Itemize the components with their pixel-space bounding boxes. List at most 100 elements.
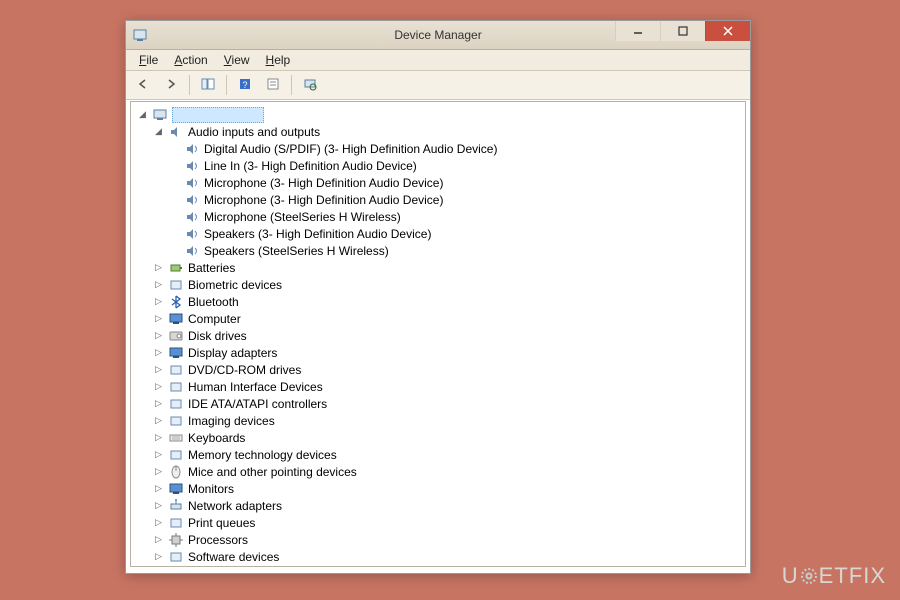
computer-icon [152, 107, 168, 123]
category-item[interactable]: ▷Batteries [153, 259, 743, 276]
expand-icon[interactable]: ▷ [153, 313, 164, 324]
maximize-button[interactable] [660, 21, 705, 41]
expand-icon[interactable]: ▷ [153, 500, 164, 511]
properties-icon [266, 77, 280, 94]
category-label: Audio inputs and outputs [188, 125, 320, 139]
device-category-icon [168, 260, 184, 276]
scan-hardware-button[interactable] [297, 73, 323, 97]
device-label: Speakers (SteelSeries H Wireless) [204, 244, 389, 258]
device-item[interactable]: Speakers (SteelSeries H Wireless) [169, 242, 743, 259]
category-item[interactable]: ▷Sound, video and game controllers [153, 565, 743, 567]
menu-action[interactable]: Action [167, 52, 214, 68]
app-icon [132, 27, 148, 43]
expand-icon[interactable]: ▷ [153, 330, 164, 341]
category-label: Mice and other pointing devices [188, 465, 357, 479]
help-icon: ? [238, 77, 252, 94]
category-item[interactable]: ▷ Processors [153, 531, 743, 548]
arrow-left-icon [136, 77, 150, 94]
scan-icon [303, 77, 317, 94]
device-category-icon [168, 345, 184, 361]
expand-icon[interactable]: ▷ [153, 483, 164, 494]
minimize-button[interactable] [615, 21, 660, 41]
category-label: Human Interface Devices [188, 380, 323, 394]
category-label: IDE ATA/ATAPI controllers [188, 397, 327, 411]
category-item[interactable]: ▷ Mice and other pointing devices [153, 463, 743, 480]
expand-icon[interactable]: ▷ [153, 517, 164, 528]
collapse-icon[interactable]: ◢ [137, 109, 148, 120]
category-item[interactable]: ▷ Bluetooth [153, 293, 743, 310]
device-category-icon [168, 277, 184, 293]
expand-icon[interactable]: ▷ [153, 364, 164, 375]
menu-help[interactable]: Help [259, 52, 298, 68]
expand-icon[interactable]: ▷ [153, 415, 164, 426]
back-button[interactable] [130, 73, 156, 97]
collapse-icon[interactable]: ◢ [153, 126, 164, 137]
category-label: Biometric devices [188, 278, 282, 292]
tree-root[interactable]: ◢ [137, 106, 743, 123]
speaker-icon [184, 175, 200, 191]
category-item[interactable]: ▷Keyboards [153, 429, 743, 446]
category-item[interactable]: ▷Imaging devices [153, 412, 743, 429]
category-item[interactable]: ▷ Biometric devices [153, 276, 743, 293]
expand-icon[interactable]: ▷ [153, 551, 164, 562]
category-audio-io[interactable]: ◢ Audio inputs and outputs [153, 123, 743, 140]
category-item[interactable]: ▷ Software devices [153, 548, 743, 565]
category-item[interactable]: ▷Print queues [153, 514, 743, 531]
expand-icon[interactable]: ▷ [153, 296, 164, 307]
device-item[interactable]: Microphone (3- High Definition Audio Dev… [169, 174, 743, 191]
show-hide-tree-button[interactable] [195, 73, 221, 97]
device-item[interactable]: Microphone (SteelSeries H Wireless) [169, 208, 743, 225]
category-label: Processors [188, 533, 248, 547]
svg-text:?: ? [242, 80, 247, 90]
properties-button[interactable] [260, 73, 286, 97]
close-button[interactable] [705, 21, 750, 41]
device-category-icon [168, 566, 184, 568]
device-item[interactable]: Microphone (3- High Definition Audio Dev… [169, 191, 743, 208]
category-item[interactable]: ▷ Human Interface Devices [153, 378, 743, 395]
expand-icon[interactable]: ▷ [153, 449, 164, 460]
device-label: Microphone (3- High Definition Audio Dev… [204, 176, 443, 190]
device-item[interactable]: Line In (3- High Definition Audio Device… [169, 157, 743, 174]
category-item[interactable]: ▷ Computer [153, 310, 743, 327]
device-category-icon [168, 464, 184, 480]
category-item[interactable]: ▷ DVD/CD-ROM drives [153, 361, 743, 378]
device-category-icon [168, 379, 184, 395]
expand-icon[interactable]: ▷ [153, 381, 164, 392]
category-item[interactable]: ▷Network adapters [153, 497, 743, 514]
root-label-selected [172, 107, 264, 123]
category-item[interactable]: ▷Display adapters [153, 344, 743, 361]
titlebar[interactable]: Device Manager [126, 21, 750, 50]
category-item[interactable]: ▷Disk drives [153, 327, 743, 344]
device-category-icon [168, 430, 184, 446]
expand-icon[interactable]: ▷ [153, 534, 164, 545]
expand-icon[interactable]: ▷ [153, 347, 164, 358]
category-label: Computer [188, 312, 241, 326]
category-label: Bluetooth [188, 295, 239, 309]
window-controls [615, 21, 750, 41]
expand-icon[interactable]: ▷ [153, 398, 164, 409]
expand-icon[interactable]: ▷ [153, 279, 164, 290]
category-item[interactable]: ▷ IDE ATA/ATAPI controllers [153, 395, 743, 412]
speaker-icon [184, 192, 200, 208]
device-category-icon [168, 481, 184, 497]
device-item[interactable]: Speakers (3- High Definition Audio Devic… [169, 225, 743, 242]
device-category-icon [168, 413, 184, 429]
category-item[interactable]: ▷Monitors [153, 480, 743, 497]
speaker-icon [184, 158, 200, 174]
help-button[interactable]: ? [232, 73, 258, 97]
device-item[interactable]: Digital Audio (S/PDIF) (3- High Definiti… [169, 140, 743, 157]
category-item[interactable]: ▷Memory technology devices [153, 446, 743, 463]
expand-icon[interactable]: ▷ [153, 466, 164, 477]
device-tree[interactable]: ◢ ◢ Audio inputs and outputs Digital Aud… [130, 101, 746, 567]
device-category-icon [168, 549, 184, 565]
device-category-icon [168, 294, 184, 310]
speaker-icon [184, 141, 200, 157]
forward-button[interactable] [158, 73, 184, 97]
menu-view[interactable]: View [217, 52, 257, 68]
menu-file[interactable]: File [132, 52, 165, 68]
expand-icon[interactable]: ▷ [153, 262, 164, 273]
category-label: DVD/CD-ROM drives [188, 363, 301, 377]
category-label: Software devices [188, 550, 279, 564]
speaker-icon [184, 209, 200, 225]
expand-icon[interactable]: ▷ [153, 432, 164, 443]
